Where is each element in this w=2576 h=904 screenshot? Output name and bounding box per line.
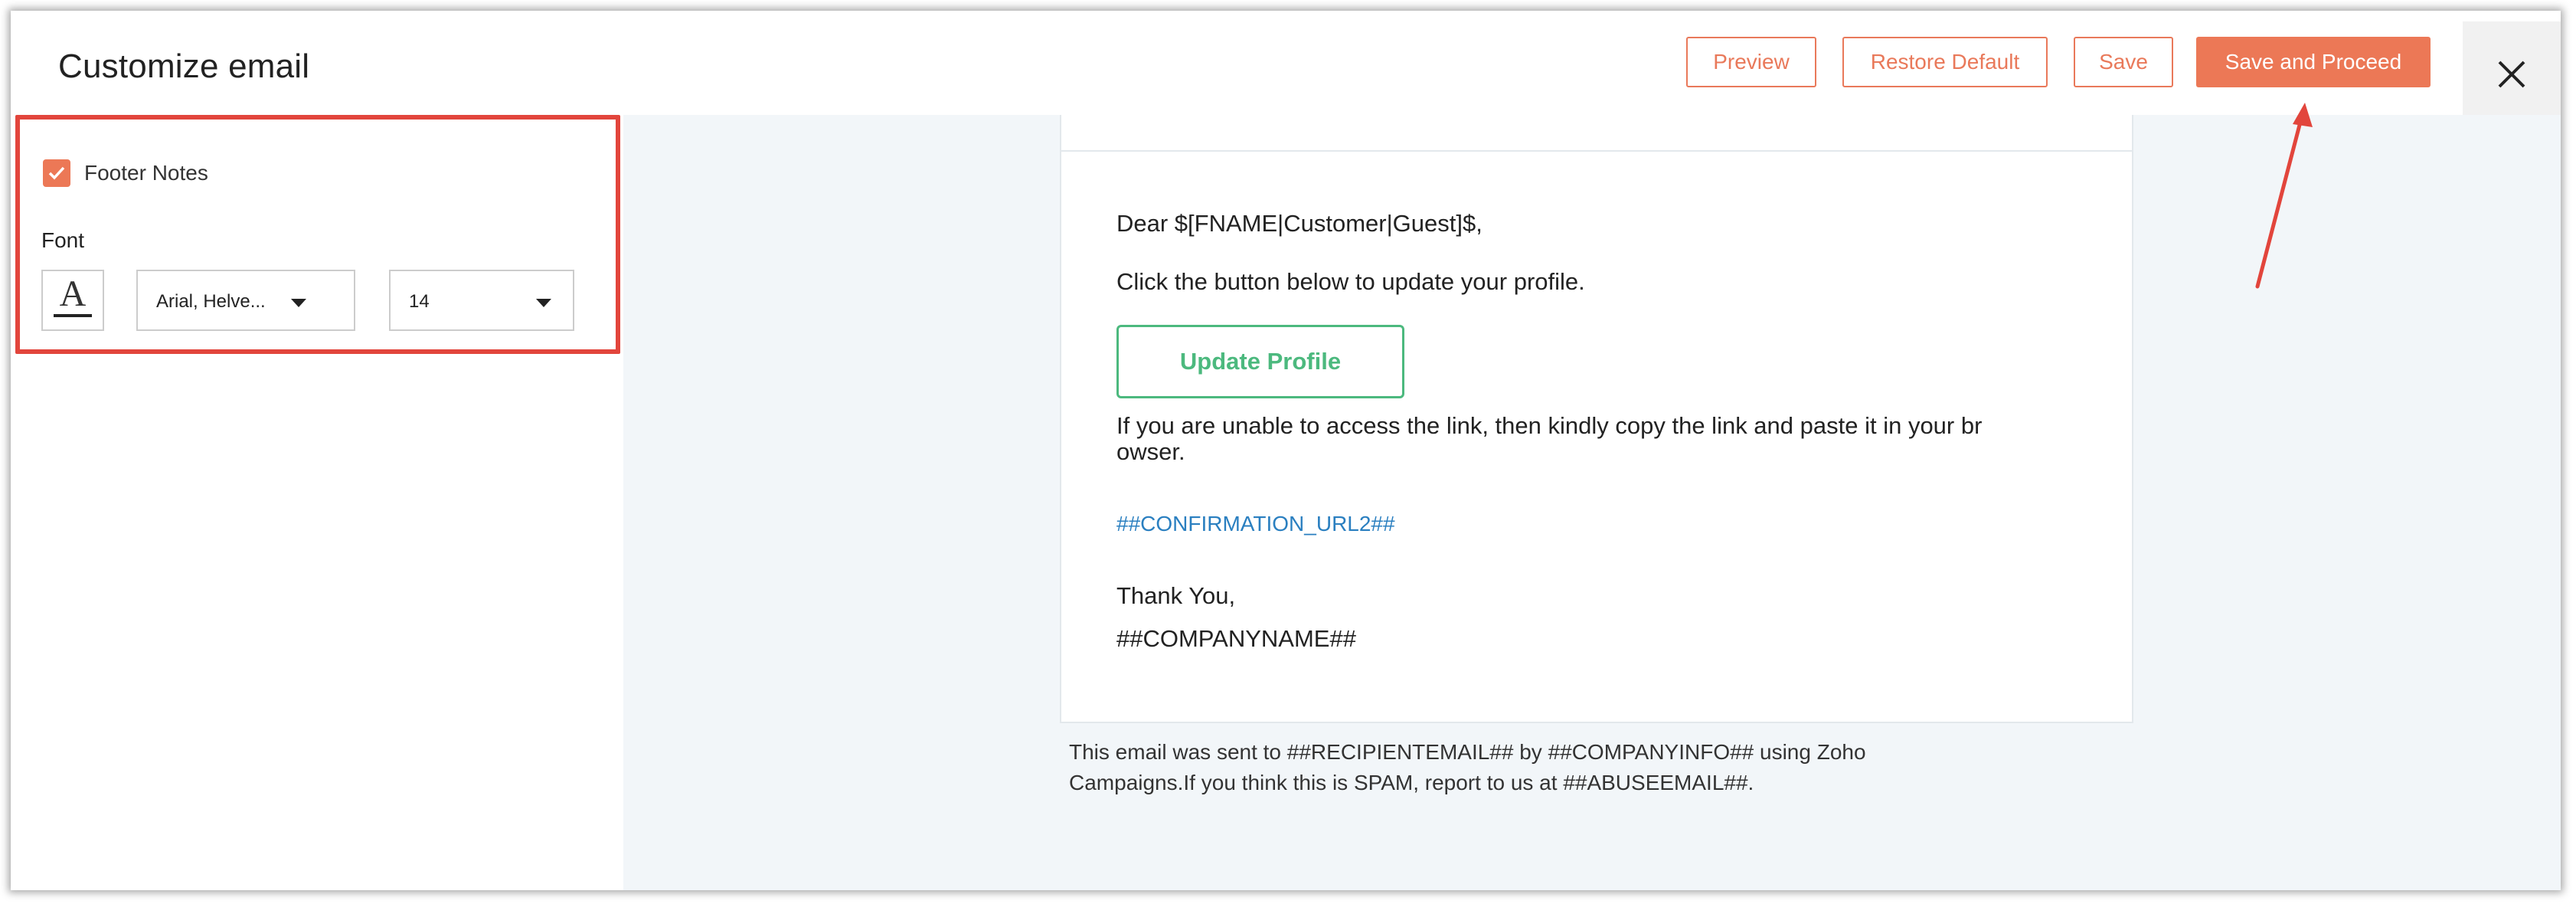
footer-disclaimer-line-2: Campaigns.If you think this is SPAM, rep… — [1069, 771, 1754, 794]
page-title: Customize email — [58, 47, 310, 85]
font-size-select[interactable]: 14 — [389, 270, 574, 331]
chevron-down-icon — [536, 299, 551, 307]
annotation-arrow-icon — [2255, 103, 2313, 289]
font-label: Font — [41, 228, 85, 252]
confirmation-url-link[interactable]: ##CONFIRMATION_URL2## — [1116, 512, 1395, 536]
email-body-card: Dear $[FNAME|Customer|Guest]$, Click the… — [1060, 115, 2133, 723]
chevron-down-icon — [291, 299, 306, 307]
close-icon — [2498, 61, 2525, 88]
footer-notes-checkbox[interactable] — [43, 159, 70, 187]
preview-button[interactable]: Preview — [1686, 37, 1816, 87]
font-size-value: 14 — [409, 291, 430, 312]
checkmark-icon — [48, 166, 65, 180]
settings-panel: Footer Notes Font A Arial, Helve... 14 — [11, 115, 624, 890]
close-button[interactable] — [2463, 21, 2561, 127]
email-greeting: Dear $[FNAME|Customer|Guest]$, — [1116, 210, 1483, 237]
font-color-icon: A — [59, 273, 87, 314]
font-color-picker[interactable]: A — [41, 270, 104, 331]
divider — [1061, 150, 2132, 152]
email-company-name: ##COMPANYNAME## — [1116, 625, 1356, 652]
email-fallback-line-1: If you are unable to access the link, th… — [1116, 412, 1983, 439]
font-family-select[interactable]: Arial, Helve... — [136, 270, 355, 331]
footer-disclaimer-line-1: This email was sent to ##RECIPIENTEMAIL#… — [1069, 740, 1866, 764]
font-color-swatch — [54, 314, 92, 317]
customize-email-window: Customize email Preview Restore Default … — [11, 11, 2561, 890]
restore-default-button[interactable]: Restore Default — [1842, 37, 2048, 87]
email-fallback-line-2: owser. — [1116, 438, 1185, 465]
email-thanks: Thank You, — [1116, 582, 1236, 609]
header-bar: Customize email Preview Restore Default … — [11, 11, 2561, 115]
email-instruction: Click the button below to update your pr… — [1116, 268, 1585, 295]
update-profile-button[interactable]: Update Profile — [1116, 325, 1404, 398]
save-button[interactable]: Save — [2074, 37, 2173, 87]
save-and-proceed-button[interactable]: Save and Proceed — [2196, 37, 2431, 87]
footer-disclaimer: This email was sent to ##RECIPIENTEMAIL#… — [1069, 737, 2034, 798]
footer-notes-label: Footer Notes — [84, 161, 208, 185]
font-family-value: Arial, Helve... — [156, 291, 266, 312]
